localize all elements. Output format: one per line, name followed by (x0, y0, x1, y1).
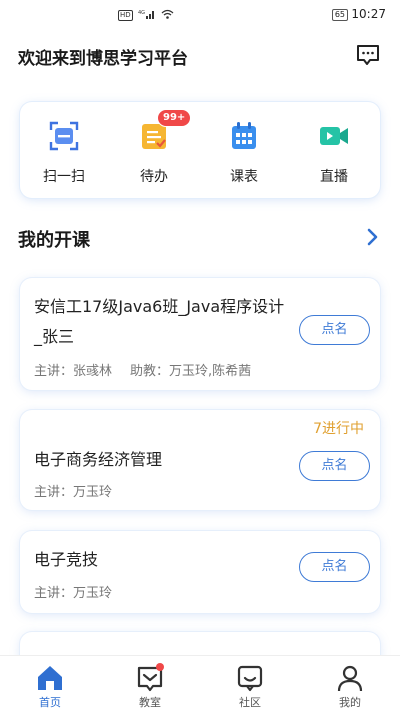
tab-classroom[interactable]: 教室 (120, 663, 180, 710)
quick-action-live[interactable]: 直播 (304, 120, 364, 186)
calendar-icon (228, 120, 260, 152)
tab-community[interactable]: 社区 (220, 664, 280, 710)
bottom-tab-bar: 首页 教室 社区 我的 (0, 655, 400, 711)
chevron-right-icon[interactable] (366, 227, 380, 247)
scan-icon (48, 120, 80, 152)
course-staff: 主讲：张彧林 助教：万玉玲,陈希茜 (34, 360, 251, 379)
rollcall-button[interactable]: 点名 (299, 451, 370, 481)
status-icons: HD 4G (118, 9, 174, 22)
live-video-icon (318, 120, 350, 152)
quick-action-label: 待办 (140, 169, 168, 185)
course-lecturer: 主讲：万玉玲 (34, 586, 113, 601)
tab-label: 教室 (139, 696, 161, 709)
course-card[interactable]: 安信工17级Java6班_Java程序设计_张三 主讲：张彧林 助教：万玉玲,陈希… (20, 278, 380, 390)
wifi-icon (161, 9, 174, 22)
quick-action-label: 课表 (230, 169, 258, 185)
course-lecturer: 主讲：万玉玲 (34, 485, 113, 500)
rollcall-button[interactable]: 点名 (299, 315, 370, 345)
tab-label: 社区 (239, 696, 261, 709)
course-card[interactable]: 7进行中 电子商务经济管理 主讲：万玉玲 点名 (20, 410, 380, 510)
quick-action-label: 直播 (320, 169, 348, 185)
network-label: HD (118, 10, 133, 21)
quick-action-todo[interactable]: 99+ 待办 (124, 109, 192, 186)
section-title: 我的开课 (18, 230, 90, 251)
notification-dot (156, 663, 164, 671)
classroom-icon (135, 663, 165, 692)
home-icon (35, 664, 65, 692)
signal-icon: 4G (138, 9, 156, 22)
community-icon (235, 664, 265, 692)
course-lecturer: 主讲：张彧林 (34, 364, 113, 379)
page-title: 欢迎来到博思学习平台 (18, 49, 188, 69)
course-name: 电子竞技 (34, 550, 99, 569)
status-time: 10:27 (351, 7, 386, 21)
tab-label: 我的 (339, 696, 361, 709)
course-status: 7进行中 (313, 421, 364, 437)
quick-action-label: 扫一扫 (43, 169, 85, 185)
tab-home[interactable]: 首页 (20, 664, 80, 710)
todo-icon: 99+ (138, 109, 192, 152)
rollcall-button[interactable]: 点名 (299, 552, 370, 582)
status-bar: HD 4G 65 10:27 (0, 0, 400, 30)
chat-bubble-icon[interactable] (356, 44, 380, 66)
todo-badge: 99+ (157, 109, 192, 127)
tab-label: 首页 (39, 696, 61, 709)
course-name: 安信工17级Java6班_Java程序设计_张三 (34, 297, 285, 346)
quick-action-timetable[interactable]: 课表 (214, 120, 274, 186)
tab-profile[interactable]: 我的 (320, 664, 380, 710)
profile-icon (335, 664, 365, 692)
course-card[interactable]: 电子竞技 主讲：万玉玲 点名 (20, 531, 380, 613)
course-name: 电子商务经济管理 (34, 450, 163, 469)
signal-label: 4G (138, 10, 145, 16)
battery-indicator: 65 (331, 9, 348, 21)
quick-actions-card: 扫一扫 99+ 待办 课表 直播 (20, 102, 380, 198)
course-assistant: 助教：万玉玲,陈希茜 (130, 364, 252, 379)
quick-action-scan[interactable]: 扫一扫 (34, 120, 94, 186)
